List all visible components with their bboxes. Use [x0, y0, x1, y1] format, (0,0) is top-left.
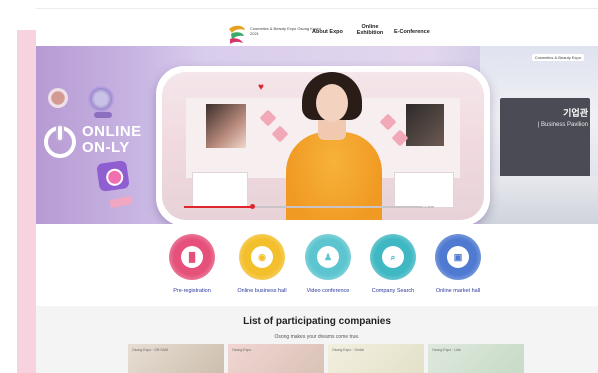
nav-e-conference[interactable]: E-Conference [394, 29, 430, 35]
compact-mirror-illustration [48, 88, 68, 108]
company-card[interactable]: Osong Expo · Ondal [328, 344, 424, 373]
booth-poster-right [406, 104, 444, 146]
save-icon: ▣ [447, 246, 469, 268]
display-counter [192, 172, 248, 208]
company-card[interactable]: Osong Expo · Lilia [428, 344, 524, 373]
quick-menu-circle[interactable]: ◉ [239, 234, 285, 280]
participating-companies-section: List of participating companies Osong ma… [36, 306, 598, 373]
section-title: List of participating companies [243, 316, 391, 327]
quick-menu-circle[interactable]: ⌕ [370, 234, 416, 280]
hero-headline: ONLINE ON-LY [82, 124, 142, 156]
nav-online-exhibition[interactable]: Online Exhibition [352, 24, 388, 36]
pavilion-title: 기업관 [563, 108, 588, 118]
company-logo: Osong Expo [232, 348, 252, 352]
bar-chart-icon: ▐▌ [181, 246, 203, 268]
slide-dot[interactable] [328, 221, 331, 224]
video-screen[interactable]: ♥ ▮▮ ▶▶ ◀▶ [162, 72, 484, 220]
quick-menu-label[interactable]: Pre-registration [152, 288, 232, 294]
section-subtitle: Osong makes your dreams come true. [274, 334, 360, 340]
video-progress-handle[interactable] [249, 204, 255, 209]
slide-dot[interactable] [318, 221, 321, 224]
model-face [316, 84, 348, 122]
power-icon [44, 126, 76, 158]
company-logo: Osong Expo · DR.SAM [132, 348, 168, 352]
company-card[interactable]: Osong Expo [228, 344, 324, 373]
player-controls-icon[interactable]: ▮▮ ▶▶ ◀▶ [422, 201, 450, 208]
mirror-illustration [88, 86, 114, 112]
booth-poster-left [206, 104, 246, 148]
quick-menu-circle[interactable]: ♟ [305, 234, 351, 280]
expo-logo-icon[interactable] [226, 23, 248, 45]
quick-menu-item[interactable]: ▣ Online market hall [418, 234, 498, 294]
hero-headline-line2: ON-LY [82, 139, 130, 156]
company-logo: Osong Expo · Lilia [432, 348, 461, 352]
hero-headline-line1: ONLINE [82, 123, 142, 140]
slide-dot[interactable] [323, 221, 326, 224]
camera-illustration [96, 160, 130, 192]
quick-menu-circle[interactable]: ▐▌ [169, 234, 215, 280]
video-progress-fill [184, 206, 252, 208]
quick-menu-label[interactable]: Online market hall [418, 288, 498, 294]
slide-indicator[interactable] [318, 211, 333, 224]
side-pink-strip [17, 30, 36, 373]
page: Cosmetics & Beauty Expo Osong Korea 2021… [0, 0, 598, 373]
top-navigation: Cosmetics & Beauty Expo Osong Korea 2021… [36, 8, 598, 48]
mirror-stand [94, 112, 112, 118]
nav-about-expo[interactable]: About Expo [312, 29, 343, 35]
heart-icon: ♥ [258, 82, 264, 93]
expo-sign: Cosmetics & Beauty Expo [531, 54, 584, 61]
globe-icon: ◉ [251, 246, 273, 268]
search-icon: ⌕ [382, 246, 404, 268]
hero-banner[interactable]: Cosmetics & Beauty Expo 기업관 | Business P… [36, 46, 598, 224]
company-card[interactable]: Osong Expo · DR.SAM [128, 344, 224, 373]
user-icon: ♟ [317, 246, 339, 268]
pavilion-subtitle: | Business Pavilion [537, 122, 588, 128]
makeup-item-illustration [109, 195, 133, 209]
pavilion-floor [480, 176, 598, 224]
video-progress-bar[interactable] [184, 204, 434, 209]
business-pavilion-scene: Cosmetics & Beauty Expo 기업관 | Business P… [480, 46, 598, 224]
quick-menu-circle[interactable]: ▣ [435, 234, 481, 280]
phone-frame: ♥ ▮▮ ▶▶ ◀▶ [156, 66, 490, 224]
quick-menu-item[interactable]: ▐▌ Pre-registration [152, 234, 232, 294]
company-logo: Osong Expo · Ondal [332, 348, 364, 352]
